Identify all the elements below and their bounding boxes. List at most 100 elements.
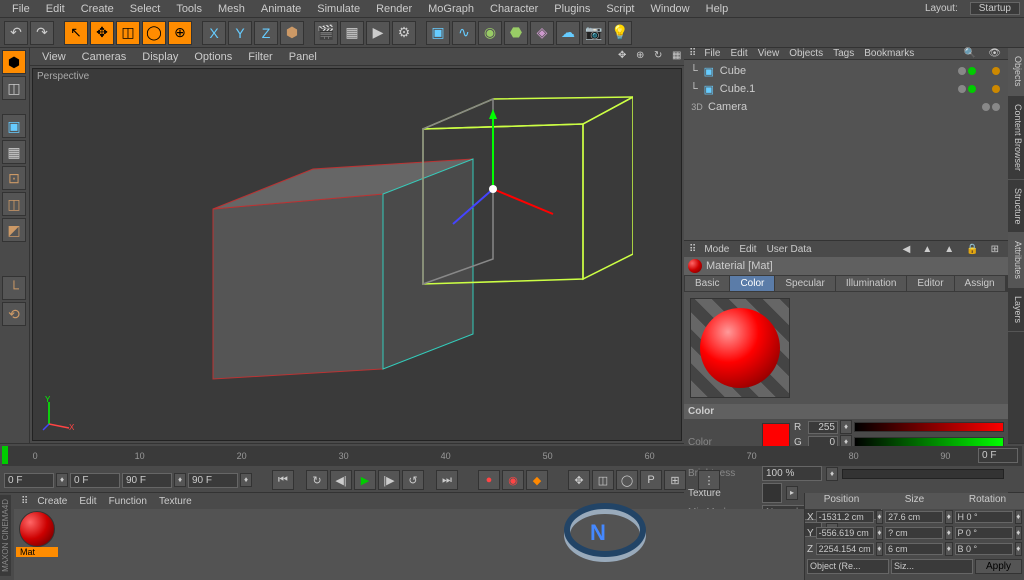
material-list[interactable]: Mat: [14, 509, 804, 580]
view-zoom-icon[interactable]: ⊕: [628, 50, 644, 64]
view-menu-filter[interactable]: Filter: [240, 51, 280, 63]
size-x[interactable]: [885, 511, 943, 523]
view-menu-view[interactable]: View: [34, 51, 74, 63]
scale-tool[interactable]: ◫: [116, 21, 140, 45]
range-start[interactable]: [4, 473, 54, 488]
render-view[interactable]: 🎬: [314, 21, 338, 45]
back-icon[interactable]: ◀: [898, 244, 916, 255]
play-button[interactable]: ▶: [354, 470, 376, 490]
menu-file[interactable]: File: [4, 3, 38, 15]
key-pos[interactable]: ✥: [568, 470, 590, 490]
menu-character[interactable]: Character: [482, 3, 546, 15]
matmgr-texture[interactable]: Texture: [153, 496, 198, 507]
menu-simulate[interactable]: Simulate: [309, 3, 368, 15]
key-pla[interactable]: ⊞: [664, 470, 686, 490]
matmgr-edit[interactable]: Edit: [73, 496, 102, 507]
project-end[interactable]: [188, 473, 238, 488]
view-menu-display[interactable]: Display: [134, 51, 186, 63]
key-param[interactable]: P: [640, 470, 662, 490]
view-menu-options[interactable]: Options: [186, 51, 240, 63]
y-axis-toggle[interactable]: Y: [228, 21, 252, 45]
axis-tool[interactable]: └: [2, 276, 26, 300]
menu-tools[interactable]: Tools: [168, 3, 210, 15]
menu-help[interactable]: Help: [698, 3, 737, 15]
menu-script[interactable]: Script: [598, 3, 642, 15]
tab-basic[interactable]: Basic: [685, 276, 729, 291]
view-menu-panel[interactable]: Panel: [281, 51, 325, 63]
pos-y[interactable]: [816, 527, 874, 539]
view-menu-cameras[interactable]: Cameras: [74, 51, 135, 63]
coord-system[interactable]: ⬢: [280, 21, 304, 45]
menu-render[interactable]: Render: [368, 3, 420, 15]
menu-mesh[interactable]: Mesh: [210, 3, 253, 15]
goto-start[interactable]: ⏮: [272, 470, 294, 490]
vtab-structure[interactable]: Structure: [1008, 180, 1024, 234]
vtab-content[interactable]: Content Browser: [1008, 96, 1024, 180]
record-button[interactable]: ●: [478, 470, 500, 490]
texture-mode[interactable]: ▦: [2, 140, 26, 164]
vtab-objects[interactable]: Objects: [1008, 48, 1024, 96]
menu-edit[interactable]: Edit: [38, 3, 73, 15]
fwd-icon[interactable]: ▲: [917, 244, 937, 255]
coord-mode-dropdown[interactable]: Object (Re...: [807, 559, 889, 574]
add-nurbs[interactable]: ◉: [478, 21, 502, 45]
key-scale[interactable]: ◫: [592, 470, 614, 490]
current-frame[interactable]: [70, 473, 120, 488]
pos-x[interactable]: [816, 511, 874, 523]
x-axis-toggle[interactable]: X: [202, 21, 226, 45]
loop-button[interactable]: ↻: [306, 470, 328, 490]
timeline-ruler[interactable]: 0 10 20 30 40 50 60 70 80 90: [2, 446, 1022, 466]
material-thumb[interactable]: [19, 511, 55, 547]
objmgr-objects[interactable]: Objects: [784, 48, 828, 59]
prev-frame[interactable]: ◀|: [330, 470, 352, 490]
current-frame-field[interactable]: [978, 448, 1018, 463]
search-icon[interactable]: 🔍: [959, 48, 981, 59]
polygon-mode[interactable]: ◩: [2, 218, 26, 242]
rot-p[interactable]: [955, 527, 1013, 539]
goto-end[interactable]: ⏭: [436, 470, 458, 490]
redo-button[interactable]: ↷: [30, 21, 54, 45]
menu-plugins[interactable]: Plugins: [546, 3, 598, 15]
r-slider[interactable]: [854, 422, 1004, 432]
objmgr-edit[interactable]: Edit: [725, 48, 752, 59]
lastused-tool[interactable]: ⊕: [168, 21, 192, 45]
objmgr-file[interactable]: File: [699, 48, 725, 59]
vtab-attributes[interactable]: Attributes: [1008, 233, 1024, 288]
next-frame[interactable]: |▶: [378, 470, 400, 490]
brightness-spinner[interactable]: ♦: [826, 467, 838, 481]
rotate-tool[interactable]: ◯: [142, 21, 166, 45]
range-end[interactable]: [122, 473, 172, 488]
pos-z[interactable]: [816, 543, 874, 555]
point-mode[interactable]: ⊡: [2, 166, 26, 190]
tree-row-cube[interactable]: └▣ Cube: [686, 62, 1006, 80]
size-y[interactable]: [885, 527, 943, 539]
object-tree[interactable]: └▣ Cube └▣ Cube.1 3D Camera: [684, 60, 1008, 240]
menu-window[interactable]: Window: [643, 3, 698, 15]
objmgr-tags[interactable]: Tags: [828, 48, 859, 59]
brightness-slider[interactable]: [842, 469, 1004, 479]
size-mode-dropdown[interactable]: Siz...: [891, 559, 973, 574]
layout-dropdown[interactable]: Startup: [970, 2, 1020, 15]
viewport-3d[interactable]: Perspective: [32, 68, 682, 441]
matmgr-function[interactable]: Function: [103, 496, 153, 507]
vtab-layers[interactable]: Layers: [1008, 288, 1024, 332]
add-environment[interactable]: ☁: [556, 21, 580, 45]
z-axis-toggle[interactable]: Z: [254, 21, 278, 45]
rot-b[interactable]: [955, 543, 1013, 555]
add-light[interactable]: 💡: [608, 21, 632, 45]
keyframe-sel[interactable]: ◆: [526, 470, 548, 490]
attr-userdata[interactable]: User Data: [762, 244, 817, 255]
loop-toggle[interactable]: ↺: [402, 470, 424, 490]
material-item-name[interactable]: Mat: [16, 547, 58, 557]
tab-illumination[interactable]: Illumination: [836, 276, 907, 291]
key-options[interactable]: ⋮: [698, 470, 720, 490]
key-rot[interactable]: ◯: [616, 470, 638, 490]
attr-edit[interactable]: Edit: [734, 244, 761, 255]
material-item[interactable]: Mat: [16, 511, 58, 578]
timeline-playhead[interactable]: [2, 446, 8, 464]
attr-mode[interactable]: Mode: [699, 244, 734, 255]
tree-row-cube1[interactable]: └▣ Cube.1: [686, 80, 1006, 98]
autokey-button[interactable]: ◉: [502, 470, 524, 490]
objmgr-bookmarks[interactable]: Bookmarks: [859, 48, 919, 59]
tab-editor[interactable]: Editor: [907, 276, 953, 291]
